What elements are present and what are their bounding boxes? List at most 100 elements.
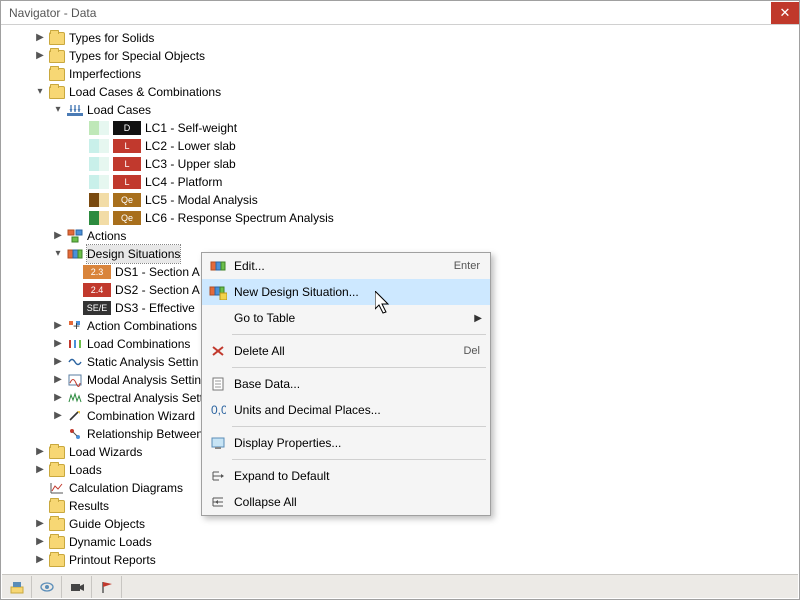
- chevron-right-icon[interactable]: ▶: [51, 409, 65, 423]
- menu-item-expand[interactable]: Expand to Default: [202, 463, 490, 489]
- menu-label: New Design Situation...: [234, 285, 480, 299]
- chevron-right-icon[interactable]: ▶: [51, 391, 65, 405]
- folder-icon: [49, 86, 65, 99]
- tree-label: Relationship Between: [87, 425, 203, 443]
- tree-label: LC5 - Modal Analysis: [145, 191, 258, 209]
- folder-icon: [49, 446, 65, 459]
- chevron-right-icon[interactable]: ▶: [33, 517, 47, 531]
- chevron-down-icon[interactable]: ▾: [51, 247, 65, 261]
- tree-item-printout[interactable]: ▶ Printout Reports: [9, 551, 799, 569]
- svg-text:+: +: [73, 319, 80, 333]
- menu-item-delete-all[interactable]: Delete All Del: [202, 338, 490, 364]
- folder-icon: [49, 554, 65, 567]
- tree-label: Results: [69, 497, 109, 515]
- tree-label: Dynamic Loads: [69, 533, 152, 551]
- submenu-arrow-icon: ▶: [474, 313, 482, 324]
- tree-item-lc5[interactable]: Qe LC5 - Modal Analysis: [9, 191, 799, 209]
- tree-item-lc1[interactable]: D LC1 - Self-weight: [9, 119, 799, 137]
- lc-color-tags: [89, 121, 109, 135]
- tree-item-types-special[interactable]: ▶ Types for Special Objects: [9, 47, 799, 65]
- chevron-right-icon[interactable]: ▶: [33, 463, 47, 477]
- chevron-right-icon[interactable]: ▶: [33, 31, 47, 45]
- tree-item-imperfections[interactable]: ▶ Imperfections: [9, 65, 799, 83]
- folder-icon: [49, 32, 65, 45]
- folder-icon: [49, 68, 65, 81]
- tree-label: Spectral Analysis Sett: [87, 389, 203, 407]
- menu-item-units[interactable]: 0,00 Units and Decimal Places...: [202, 397, 490, 423]
- chevron-right-icon[interactable]: ▶: [51, 337, 65, 351]
- chevron-right-icon[interactable]: ▶: [51, 229, 65, 243]
- window-title: Navigator - Data: [9, 6, 96, 20]
- tree-item-lcc[interactable]: ▾ Load Cases & Combinations: [9, 83, 799, 101]
- toolbar-camera-button[interactable]: [62, 576, 92, 598]
- toolbar-flag-button[interactable]: [92, 576, 122, 598]
- menu-label: Base Data...: [234, 377, 480, 391]
- menu-separator: [232, 367, 486, 368]
- folder-icon: [49, 536, 65, 549]
- chevron-right-icon[interactable]: ▶: [51, 373, 65, 387]
- menu-item-base-data[interactable]: Base Data...: [202, 371, 490, 397]
- tree-label: Load Cases: [87, 101, 151, 119]
- tree-item-lc6[interactable]: Qe LC6 - Response Spectrum Analysis: [9, 209, 799, 227]
- tree-label: Action Combinations: [87, 317, 197, 335]
- tree-item-load-cases[interactable]: ▾ Load Cases: [9, 101, 799, 119]
- chevron-right-icon[interactable]: ▶: [51, 319, 65, 333]
- lc-color-tags: [89, 175, 109, 189]
- tree-label: Types for Solids: [69, 29, 154, 47]
- bottom-toolbar: [2, 574, 798, 598]
- tree-item-lc2[interactable]: L LC2 - Lower slab: [9, 137, 799, 155]
- lc-type-badge: L: [113, 157, 141, 171]
- lc-type-badge: L: [113, 139, 141, 153]
- tree-label: DS1 - Section A: [115, 263, 200, 281]
- tree-item-types-solids[interactable]: ▶ Types for Solids: [9, 29, 799, 47]
- chevron-right-icon[interactable]: ▶: [51, 355, 65, 369]
- menu-item-display-properties[interactable]: Display Properties...: [202, 430, 490, 456]
- design-situations-icon: [67, 247, 83, 261]
- chevron-down-icon[interactable]: ▾: [51, 103, 65, 117]
- folder-icon: [49, 50, 65, 63]
- wizard-icon: [67, 409, 83, 423]
- tree-item-lc3[interactable]: L LC3 - Upper slab: [9, 155, 799, 173]
- chevron-right-icon[interactable]: ▶: [33, 553, 47, 567]
- menu-label: Collapse All: [234, 495, 480, 509]
- folder-icon: [49, 518, 65, 531]
- load-combinations-icon: [67, 337, 83, 351]
- menu-label: Delete All: [234, 344, 463, 358]
- chevron-right-icon[interactable]: ▶: [33, 445, 47, 459]
- tree-label: Modal Analysis Settin: [87, 371, 201, 389]
- tree-label: Types for Special Objects: [69, 47, 205, 65]
- menu-item-collapse[interactable]: Collapse All: [202, 489, 490, 515]
- tree-label: DS2 - Section A: [115, 281, 200, 299]
- menu-separator: [232, 426, 486, 427]
- menu-label: Display Properties...: [234, 436, 480, 450]
- toolbar-view-button[interactable]: [32, 576, 62, 598]
- ds-badge: 2.4: [83, 283, 111, 297]
- ds-badge: SE/E: [83, 301, 111, 315]
- chevron-down-icon[interactable]: ▾: [33, 85, 47, 99]
- lc-color-tags: [89, 193, 109, 207]
- chevron-right-icon[interactable]: ▶: [33, 49, 47, 63]
- menu-accelerator: Enter: [454, 260, 480, 272]
- menu-label: Go to Table: [234, 311, 480, 325]
- tree-item-lc4[interactable]: L LC4 - Platform: [9, 173, 799, 191]
- toolbar-project-button[interactable]: [2, 576, 32, 598]
- modal-analysis-icon: [67, 373, 83, 387]
- collapse-icon: [208, 493, 228, 511]
- tree-label: LC6 - Response Spectrum Analysis: [145, 209, 334, 227]
- lc-color-tags: [89, 157, 109, 171]
- tree-item-actions[interactable]: ▶ Actions: [9, 227, 799, 245]
- tree-label: Printout Reports: [69, 551, 156, 569]
- chevron-right-icon[interactable]: ▶: [33, 535, 47, 549]
- close-button[interactable]: ✕: [771, 2, 799, 24]
- tree-label: LC4 - Platform: [145, 173, 222, 191]
- delete-icon: [208, 342, 228, 360]
- expand-icon: [208, 467, 228, 485]
- tree-item-dynamic-loads[interactable]: ▶ Dynamic Loads: [9, 533, 799, 551]
- menu-item-new-design-situation[interactable]: New Design Situation...: [202, 279, 490, 305]
- tree-item-guide-objects[interactable]: ▶ Guide Objects: [9, 515, 799, 533]
- tree-label: Static Analysis Settin: [87, 353, 198, 371]
- menu-item-go-to-table[interactable]: Go to Table ▶: [202, 305, 490, 331]
- menu-label: Expand to Default: [234, 469, 480, 483]
- menu-item-edit[interactable]: Edit... Enter: [202, 253, 490, 279]
- tree-label: Design Situations: [87, 245, 180, 263]
